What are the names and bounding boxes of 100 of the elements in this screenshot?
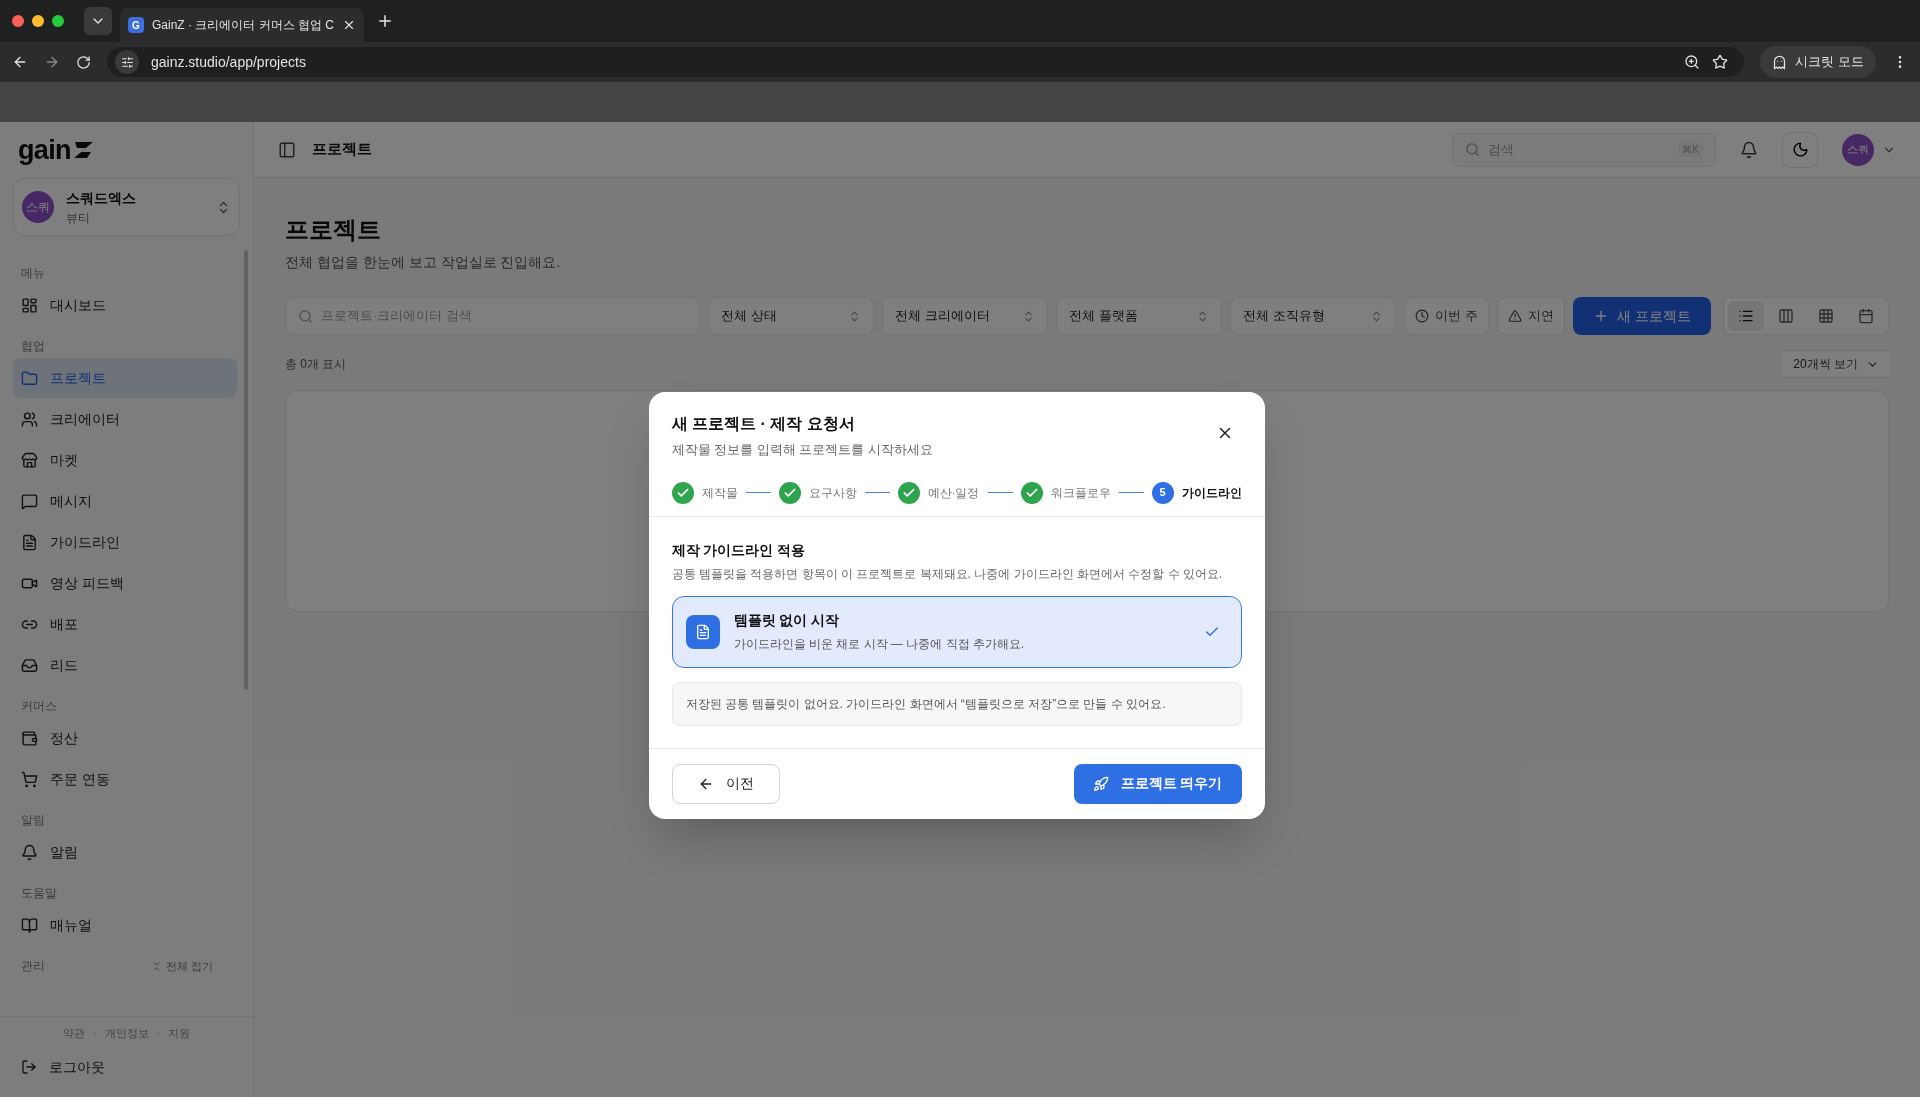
new-tab-icon[interactable]	[376, 12, 394, 30]
step-label[interactable]: 가이드라인	[1181, 483, 1242, 502]
filter-toggle[interactable]: 이번 주	[1404, 297, 1490, 335]
dialog-subtitle: 제작물 정보를 입력해 프로젝트를 시작하세요	[671, 441, 933, 459]
section-label: 알림	[21, 812, 45, 829]
sidebar-item[interactable]: 정산	[13, 718, 237, 758]
favicon: G	[128, 17, 144, 33]
filter-select[interactable]: 전체 상태	[708, 297, 875, 335]
site-settings-button[interactable]	[115, 50, 139, 74]
step-label[interactable]: 워크플로우	[1050, 483, 1111, 502]
sidebar-item[interactable]: 주문 연동	[13, 759, 237, 799]
filter-select[interactable]: 전체 크리에이터	[882, 297, 1049, 335]
moon-icon	[1791, 141, 1809, 158]
inbox-icon	[21, 656, 38, 674]
incognito-label: 시크릿 모드	[1795, 53, 1864, 72]
footer-link[interactable]: 개인정보	[104, 1024, 149, 1041]
sidebar-item[interactable]: 프로젝트	[13, 358, 237, 398]
bell-icon	[21, 843, 38, 861]
org-name: 스쿼드엑스	[66, 188, 137, 208]
step-label[interactable]: 요구사항	[808, 483, 857, 502]
filter-select[interactable]: 전체 플랫폼	[1056, 297, 1223, 335]
book-icon	[21, 916, 38, 934]
separator-dot: ·	[156, 1025, 161, 1041]
columns-view-icon	[1778, 308, 1794, 324]
collapse-all-button[interactable]: 전체 접기	[150, 957, 213, 975]
clock-icon	[1415, 309, 1430, 323]
browser-tab[interactable]: G GainZ · 크리에이터 커머스 협업 C	[120, 8, 364, 42]
page-size-select[interactable]: 20개씩 보기	[1780, 350, 1892, 378]
page-title: 프로젝트	[285, 215, 382, 245]
cart-icon	[21, 770, 38, 788]
warning-icon	[1508, 309, 1523, 323]
sidebar-item[interactable]: 매뉴얼	[13, 905, 237, 945]
file-glyph-icon	[694, 623, 711, 640]
incognito-icon	[1772, 54, 1788, 70]
step-label[interactable]: 제작물	[701, 483, 738, 502]
logout-button[interactable]: 로그아웃	[13, 1049, 240, 1085]
tab-list-button[interactable]	[84, 7, 112, 35]
list-view-icon	[1738, 308, 1754, 324]
section-label: 협업	[21, 338, 45, 355]
users-icon	[21, 410, 38, 428]
list-view-button[interactable]	[1728, 301, 1764, 331]
filter-select[interactable]: 전체 조직유형	[1230, 297, 1397, 335]
sidebar-item[interactable]: 대시보드	[13, 285, 237, 325]
filter-toggle[interactable]: 지연	[1497, 297, 1566, 335]
rocket-icon	[1092, 775, 1109, 792]
dialog-title: 새 프로젝트 · 제작 요청서	[671, 414, 856, 434]
sidebar-item[interactable]: 마켓	[13, 440, 237, 480]
calendar-icon	[1858, 308, 1874, 324]
search-icon	[1465, 142, 1480, 157]
user-avatar[interactable]: 스쿼	[1842, 133, 1874, 166]
org-avatar: 스쿼	[22, 191, 54, 223]
info-note: 저장된 공통 템플릿이 없어요. 가이드라인 화면에서 “템플릿으로 저장”으로 만들 수 있어요.	[671, 681, 1242, 726]
new-project-button[interactable]: 새 프로젝트	[1573, 297, 1711, 335]
section-label: 관리	[21, 958, 45, 975]
incognito-badge[interactable]: 시크릿 모드	[1760, 46, 1876, 78]
forward-icon[interactable]	[44, 54, 60, 70]
search-icon	[298, 308, 313, 324]
back-icon[interactable]	[12, 54, 28, 70]
sidebar-item[interactable]: 리드	[13, 645, 237, 685]
zoom-icon[interactable]	[1684, 54, 1701, 70]
address-bar[interactable]: gainz.studio/app/projects	[107, 47, 1745, 77]
sidebar-item[interactable]: 메시지	[13, 481, 237, 521]
tab-title: GainZ · 크리에이터 커머스 협업 C	[152, 17, 334, 34]
logo-mark-icon	[72, 140, 95, 160]
url-text: gainz.studio/app/projects	[151, 52, 307, 72]
wallet-icon	[21, 729, 38, 747]
document-icon	[21, 533, 38, 551]
option-description: 가이드라인을 비운 채로 시작 — 나중에 직접 추가해요.	[733, 636, 1026, 653]
step-number: 5	[1151, 481, 1174, 504]
back-button[interactable]: 이전	[671, 763, 780, 804]
template-option-card[interactable]: 템플릿 없이 시작 가이드라인을 비운 채로 시작 — 나중에 직접 추가해요.	[671, 595, 1242, 668]
grid-view-icon	[1818, 308, 1834, 324]
section-title: 제작 가이드라인 적용	[671, 540, 807, 560]
option-title: 템플릿 없이 시작	[733, 611, 841, 630]
reload-icon[interactable]	[76, 54, 91, 70]
launch-project-button[interactable]: 프로젝트 띄우기	[1073, 763, 1242, 804]
result-count: 총 0개 표시	[285, 356, 347, 373]
sidebar-item[interactable]: 알림	[13, 832, 237, 872]
separator-dot: ·	[92, 1025, 97, 1041]
minimize-window-button[interactable]	[32, 15, 44, 27]
close-tab-icon[interactable]	[342, 18, 356, 32]
store-icon	[21, 451, 38, 469]
section-label: 도움말	[21, 885, 57, 902]
sidebar-toggle-icon[interactable]	[278, 140, 296, 159]
section-label: 메뉴	[21, 265, 45, 282]
notification-bell-icon[interactable]	[1740, 140, 1758, 159]
sliders-icon	[120, 55, 134, 69]
org-switcher[interactable]: 스쿼 스쿼드엑스 뷰티	[13, 178, 240, 236]
step-label[interactable]: 예산·일정	[927, 483, 980, 502]
org-category: 뷰티	[66, 209, 91, 227]
section-description: 공통 템플릿을 적용하면 항목이 이 프로젝트로 복제돼요. 나중에 가이드라인 화면에서 수정할 수 있어요.	[671, 565, 1224, 583]
logout-icon	[21, 1059, 37, 1075]
sidebar-item[interactable]: 가이드라인	[13, 522, 237, 562]
close-window-button[interactable]	[12, 15, 24, 27]
theme-toggle-button[interactable]	[1782, 131, 1818, 168]
sidebar-item[interactable]: 배포	[13, 604, 237, 644]
sidebar-item[interactable]: 영상 피드백	[13, 563, 237, 603]
maximize-window-button[interactable]	[52, 15, 64, 27]
bookmark-star-icon[interactable]	[1712, 54, 1729, 70]
sidebar-item[interactable]: 크리에이터	[13, 399, 237, 439]
